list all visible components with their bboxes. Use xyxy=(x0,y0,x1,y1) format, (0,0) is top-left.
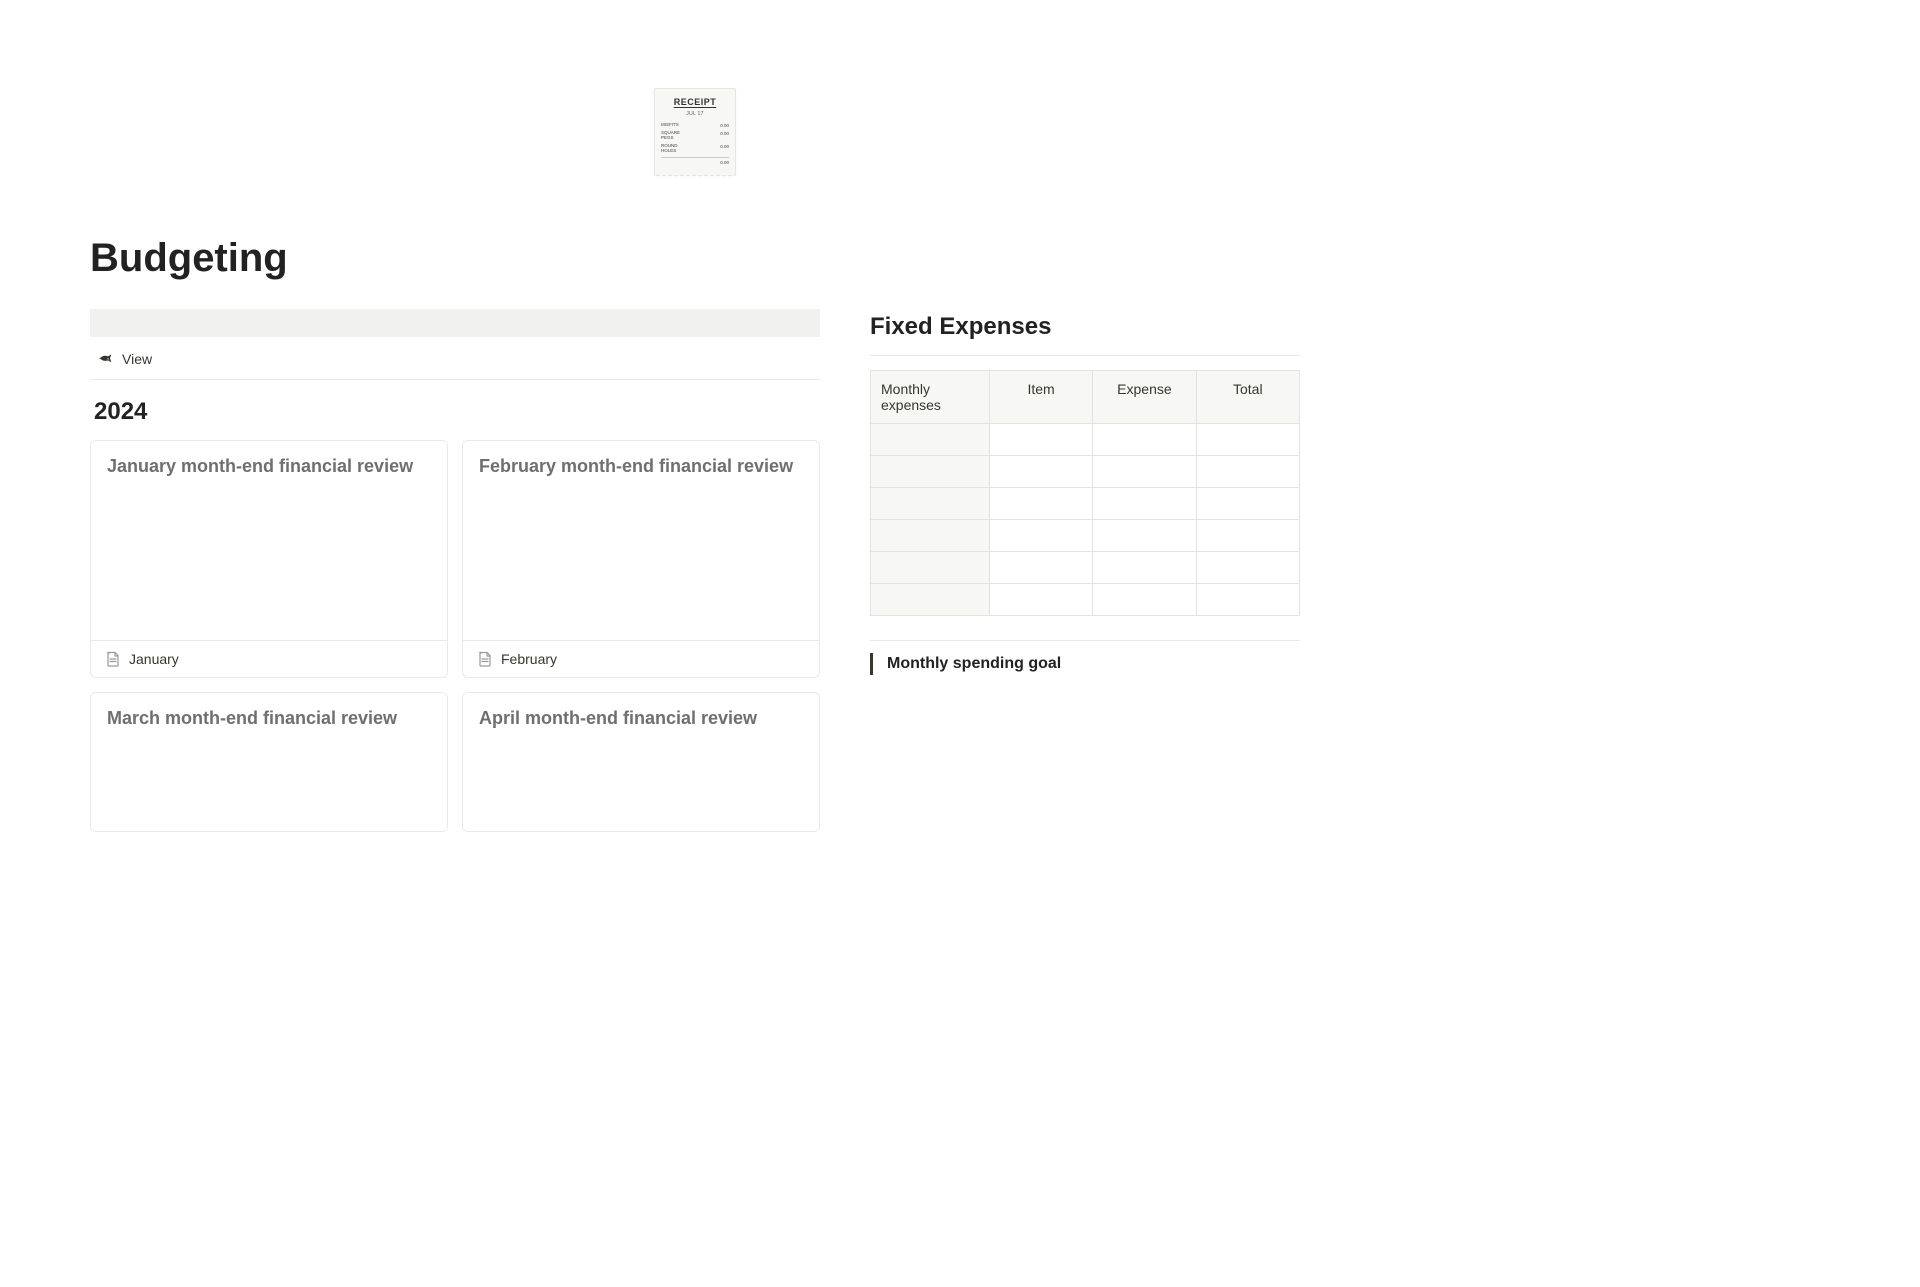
col-total: Total xyxy=(1196,370,1299,423)
fixed-expenses-heading: Fixed Expenses xyxy=(870,313,1300,341)
divider xyxy=(870,640,1300,641)
table-cell[interactable] xyxy=(871,583,990,615)
review-card[interactable]: April month-end financial review xyxy=(462,692,820,832)
table-row[interactable] xyxy=(871,583,1300,615)
table-cell[interactable] xyxy=(1093,423,1196,455)
card-footer-label: January xyxy=(129,651,179,667)
table-cell[interactable] xyxy=(989,519,1092,551)
table-row[interactable] xyxy=(871,423,1300,455)
review-card[interactable]: March month-end financial review xyxy=(90,692,448,832)
col-monthly-expenses: Monthly expenses xyxy=(871,370,990,423)
table-cell[interactable] xyxy=(871,519,990,551)
table-row[interactable] xyxy=(871,487,1300,519)
table-cell[interactable] xyxy=(871,487,990,519)
card-footer-label: February xyxy=(501,651,557,667)
table-cell[interactable] xyxy=(1093,487,1196,519)
receipt-date: JUL 17 xyxy=(661,111,729,117)
card-title: April month-end financial review xyxy=(479,707,803,730)
view-tab-label: View xyxy=(122,351,152,367)
table-row[interactable] xyxy=(871,455,1300,487)
table-cell[interactable] xyxy=(1093,455,1196,487)
table-cell[interactable] xyxy=(871,423,990,455)
card-footer: February xyxy=(463,640,819,677)
receipt-icon: RECEIPT JUL 17 MISFITS0.00 SQUARE PEGS0.… xyxy=(654,88,736,176)
review-card[interactable]: February month-end financial review Febru… xyxy=(462,440,820,678)
table-cell[interactable] xyxy=(989,423,1092,455)
monthly-spending-goal-label: Monthly spending goal xyxy=(887,655,1300,673)
card-footer: January xyxy=(91,640,447,677)
table-cell[interactable] xyxy=(1093,551,1196,583)
monthly-spending-goal-block[interactable]: Monthly spending goal xyxy=(870,653,1300,675)
review-card[interactable]: January month-end financial review Januar… xyxy=(90,440,448,678)
page-icon xyxy=(105,651,121,667)
table-cell[interactable] xyxy=(989,455,1092,487)
col-expense: Expense xyxy=(1093,370,1196,423)
table-cell[interactable] xyxy=(1093,519,1196,551)
table-cell[interactable] xyxy=(1196,583,1299,615)
table-cell[interactable] xyxy=(989,487,1092,519)
divider xyxy=(870,355,1300,356)
year-heading: 2024 xyxy=(94,398,820,426)
card-title: March month-end financial review xyxy=(107,707,431,730)
toolbar-area xyxy=(90,309,820,337)
table-cell[interactable] xyxy=(1093,583,1196,615)
col-item: Item xyxy=(989,370,1092,423)
page-icon xyxy=(477,651,493,667)
receipt-title: RECEIPT xyxy=(661,97,729,107)
card-title: January month-end financial review xyxy=(107,455,431,478)
table-cell[interactable] xyxy=(989,551,1092,583)
fixed-expenses-table[interactable]: Monthly expenses Item Expense Total xyxy=(870,370,1300,616)
table-row[interactable] xyxy=(871,551,1300,583)
table-cell[interactable] xyxy=(1196,455,1299,487)
page-title: Budgeting xyxy=(90,236,1300,281)
table-cell[interactable] xyxy=(1196,519,1299,551)
table-cell[interactable] xyxy=(871,455,990,487)
table-cell[interactable] xyxy=(871,551,990,583)
table-cell[interactable] xyxy=(989,583,1092,615)
table-cell[interactable] xyxy=(1196,423,1299,455)
table-row[interactable] xyxy=(871,519,1300,551)
view-tab[interactable]: View xyxy=(92,349,158,369)
fish-icon xyxy=(98,351,114,367)
card-title: February month-end financial review xyxy=(479,455,803,478)
view-tab-strip: View xyxy=(90,337,820,380)
table-cell[interactable] xyxy=(1196,551,1299,583)
table-cell[interactable] xyxy=(1196,487,1299,519)
